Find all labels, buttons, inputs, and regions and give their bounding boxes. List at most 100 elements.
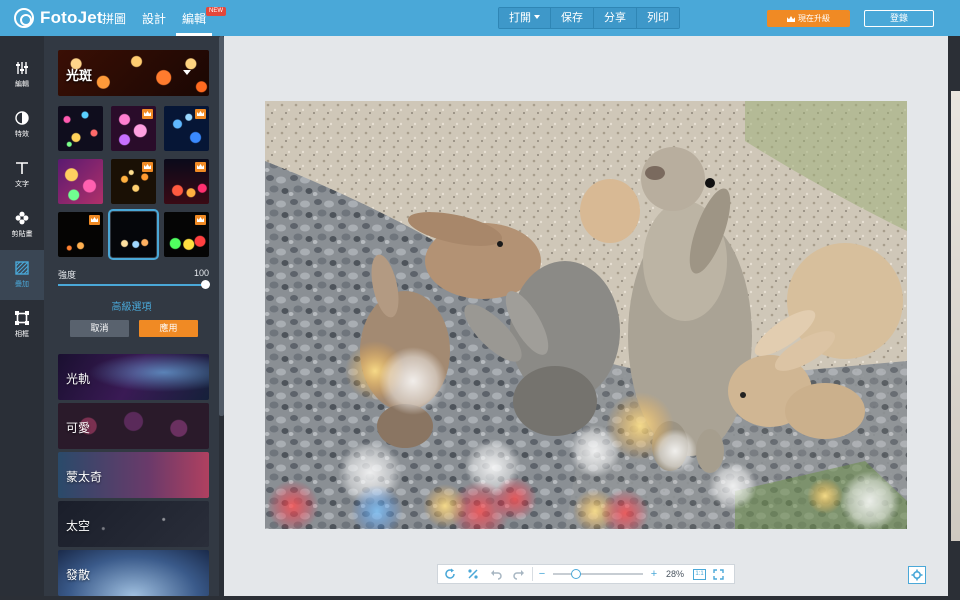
- redo-button[interactable]: [507, 565, 530, 583]
- apply-button[interactable]: 應用: [139, 320, 198, 337]
- intensity-slider-knob[interactable]: [201, 280, 210, 289]
- rail-frame-label: 相框: [15, 331, 29, 338]
- rail-frame[interactable]: 相框: [0, 300, 44, 350]
- top-bar: FotoJet 拼圖 設計 編輯 NEW 打開 保存 分享 列印 現在升級 登錄: [0, 0, 960, 36]
- effect-title: 光斑: [66, 68, 93, 83]
- fit-screen-button[interactable]: [710, 565, 726, 583]
- flip-button[interactable]: [461, 565, 484, 583]
- brand-name: FotoJet: [40, 8, 103, 27]
- open-button[interactable]: 打開: [499, 8, 551, 28]
- zoom-in-button[interactable]: +: [647, 565, 661, 583]
- new-badge: NEW: [206, 7, 227, 16]
- print-button[interactable]: 列印: [637, 8, 679, 28]
- bottom-edge: [0, 596, 960, 600]
- rail-clipart[interactable]: 剪貼畫: [0, 200, 44, 250]
- bokeh-thumb-4[interactable]: [58, 159, 103, 204]
- bokeh-thumb-6[interactable]: [164, 159, 209, 204]
- main-nav: 拼圖 設計 編輯 NEW: [96, 0, 227, 36]
- file-actions: 打開 保存 分享 列印: [498, 7, 680, 29]
- rail-overlay-label: 疊加: [15, 281, 29, 288]
- rail-clipart-label: 剪貼畫: [11, 231, 33, 238]
- rail-edit-label: 編輯: [15, 81, 29, 88]
- crown-icon: [787, 16, 795, 22]
- nav-collage[interactable]: 拼圖: [96, 0, 132, 36]
- zoom-percent: 28%: [666, 569, 685, 579]
- category-label: 光軌: [66, 372, 91, 386]
- plus-icon: +: [650, 568, 658, 580]
- category-space[interactable]: 太空: [58, 501, 209, 547]
- rail-effects[interactable]: 特效: [0, 100, 44, 150]
- intensity-value: 100: [193, 268, 209, 278]
- intensity-label: 強度: [58, 270, 77, 280]
- bokeh-thumb-2[interactable]: [111, 106, 156, 151]
- save-button[interactable]: 保存: [551, 8, 594, 28]
- bokeh-thumb-5[interactable]: [111, 159, 156, 204]
- gear-icon: [911, 569, 923, 581]
- category-cute[interactable]: 可愛: [58, 403, 209, 449]
- effects-icon: [15, 111, 29, 125]
- rail-text[interactable]: 文字: [0, 150, 44, 200]
- nav-design[interactable]: 設計: [136, 0, 172, 36]
- effect-category-dropdown[interactable]: 光斑: [58, 50, 209, 96]
- intensity-slider-track[interactable]: [58, 284, 208, 286]
- flower-icon: [15, 211, 29, 225]
- undo-icon: [490, 570, 502, 580]
- category-label: 可愛: [66, 421, 91, 435]
- zoom-slider-track[interactable]: [553, 569, 643, 579]
- bokeh-thumb-1[interactable]: [58, 106, 103, 151]
- actual-size-button[interactable]: 1:1: [693, 568, 707, 580]
- advanced-options-link[interactable]: 高級選項: [44, 298, 219, 313]
- fotojet-logo[interactable]: FotoJet: [14, 8, 103, 28]
- zoom-out-button[interactable]: −: [535, 565, 549, 583]
- rabbits-photo-image: [265, 101, 907, 529]
- bokeh-thumb-7[interactable]: [58, 212, 103, 257]
- redo-icon: [512, 570, 524, 580]
- fullscreen-icon: [712, 568, 724, 580]
- category-light-trails[interactable]: 光軌: [58, 354, 209, 400]
- login-button[interactable]: 登錄: [864, 10, 934, 27]
- category-label: 發散: [66, 568, 91, 582]
- bokeh-thumb-8-selected[interactable]: [108, 209, 159, 260]
- upgrade-button[interactable]: 現在升級: [767, 10, 850, 27]
- category-montage[interactable]: 蒙太奇: [58, 452, 209, 498]
- overlay-icon: [15, 261, 29, 275]
- zoom-toolbar: − + 28% 1:1: [437, 564, 735, 584]
- adjacent-window-peek: [951, 91, 960, 541]
- toolbar-divider: [532, 567, 533, 581]
- share-button[interactable]: 分享: [594, 8, 637, 28]
- premium-crown-icon: [195, 109, 206, 119]
- rail-effects-label: 特效: [15, 131, 29, 138]
- premium-crown-icon: [195, 162, 206, 172]
- nav-edit[interactable]: 編輯 NEW: [176, 0, 227, 36]
- zoom-slider-knob[interactable]: [571, 569, 581, 579]
- right-edge-strip: [948, 36, 960, 600]
- rail-overlay[interactable]: 疊加: [0, 250, 44, 300]
- refresh-icon: [444, 568, 455, 579]
- premium-crown-icon: [89, 215, 100, 225]
- bokeh-thumb-9[interactable]: [164, 212, 209, 257]
- category-label: 蒙太奇: [66, 470, 103, 484]
- settings-button[interactable]: [908, 566, 926, 584]
- cancel-button[interactable]: 取消: [70, 320, 129, 337]
- undo-button[interactable]: [484, 565, 507, 583]
- nav-edit-label: 編輯: [182, 12, 207, 26]
- category-radiate[interactable]: 發散: [58, 550, 209, 596]
- rail-edit[interactable]: 編輯: [0, 50, 44, 100]
- upgrade-label: 現在升級: [798, 14, 830, 23]
- edited-photo[interactable]: [265, 101, 907, 529]
- rail-text-label: 文字: [15, 181, 29, 188]
- bokeh-thumb-3[interactable]: [164, 106, 209, 151]
- logo-icon: [14, 8, 34, 28]
- flip-icon: [467, 569, 478, 579]
- premium-crown-icon: [142, 109, 153, 119]
- overlay-panel: 光斑 強度 100 高級選項 取消 應用 光軌 可愛 蒙太奇 太空 發散: [44, 36, 219, 600]
- dropdown-arrow-icon: [183, 70, 191, 75]
- sliders-icon: [16, 62, 28, 74]
- tool-rail: 編輯 特效 文字 剪貼畫 疊加 相框: [0, 36, 44, 600]
- category-label: 太空: [66, 519, 91, 533]
- frame-icon: [15, 311, 29, 325]
- rotate-button[interactable]: [438, 565, 461, 583]
- text-icon: [16, 162, 28, 174]
- premium-crown-icon: [142, 162, 153, 172]
- minus-icon: −: [538, 568, 546, 580]
